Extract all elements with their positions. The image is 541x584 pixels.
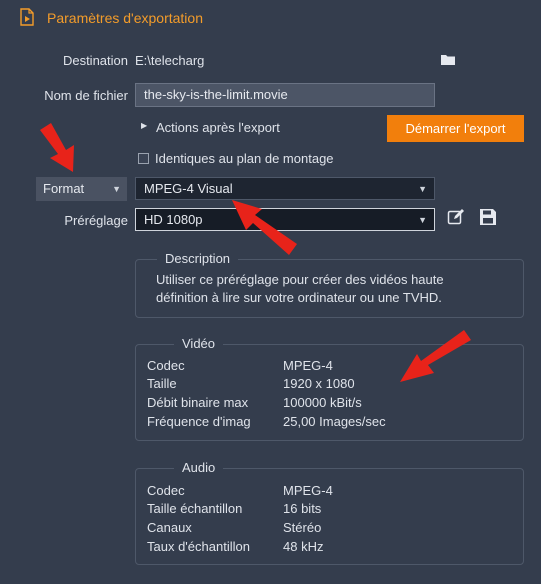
expand-arrow-icon[interactable]: ▶ — [141, 121, 147, 130]
preset-value: HD 1080p — [144, 212, 203, 227]
format-button[interactable]: Format ▼ — [36, 177, 127, 201]
destination-path: E:\telecharg — [135, 53, 205, 68]
save-preset-icon[interactable] — [479, 208, 497, 226]
description-title: Description — [157, 251, 239, 266]
audio-key: Codec — [147, 483, 185, 498]
video-key: Débit binaire max — [147, 395, 249, 410]
audio-key: Taux d'échantillon — [147, 539, 250, 554]
annotation-arrow-icon — [40, 123, 74, 172]
actions-after-export[interactable]: Actions après l'export — [156, 120, 280, 135]
description-line-1: Utiliser ce préréglage pour créer des vi… — [156, 272, 444, 287]
audio-value: Stéréo — [283, 520, 322, 535]
audio-value: MPEG-4 — [283, 483, 333, 498]
folder-icon[interactable] — [441, 54, 455, 65]
filename-label: Nom de fichier — [44, 88, 128, 103]
video-value: MPEG-4 — [283, 358, 333, 373]
video-value: 100000 kBit/s — [283, 395, 362, 410]
edit-preset-icon[interactable] — [447, 208, 465, 226]
chevron-down-icon: ▼ — [112, 184, 121, 194]
audio-value: 48 kHz — [283, 539, 324, 554]
filename-input[interactable]: the-sky-is-the-limit.movie — [135, 83, 435, 107]
video-value: 25,00 Images/sec — [283, 414, 386, 429]
panel-title: Paramètres d'exportation — [47, 10, 203, 26]
export-settings-icon — [20, 8, 34, 26]
description-group — [135, 259, 524, 318]
video-value: 1920 x 1080 — [283, 376, 355, 391]
description-line-2: définition à lire sur votre ordinateur o… — [156, 290, 442, 305]
audio-key: Taille échantillon — [147, 501, 243, 516]
audio-key: Canaux — [147, 520, 192, 535]
video-key: Codec — [147, 358, 185, 373]
audio-value: 16 bits — [283, 501, 322, 516]
chevron-down-icon: ▼ — [418, 215, 427, 225]
preset-dropdown[interactable]: HD 1080p ▼ — [135, 208, 435, 231]
timeline-checkbox[interactable] — [138, 153, 149, 164]
preset-label: Préréglage — [64, 213, 128, 228]
format-button-label: Format — [43, 181, 85, 196]
destination-label: Destination — [62, 53, 128, 68]
chevron-down-icon: ▼ — [418, 184, 427, 194]
video-key: Fréquence d'imag — [147, 414, 251, 429]
video-key: Taille — [147, 376, 177, 391]
timeline-checkbox-label[interactable]: Identiques au plan de montage — [155, 151, 334, 166]
start-export-button[interactable]: Démarrer l'export — [387, 115, 524, 142]
video-title: Vidéo — [174, 336, 224, 351]
format-value: MPEG-4 Visual — [144, 181, 233, 196]
audio-title: Audio — [174, 460, 224, 475]
format-dropdown[interactable]: MPEG-4 Visual ▼ — [135, 177, 435, 200]
